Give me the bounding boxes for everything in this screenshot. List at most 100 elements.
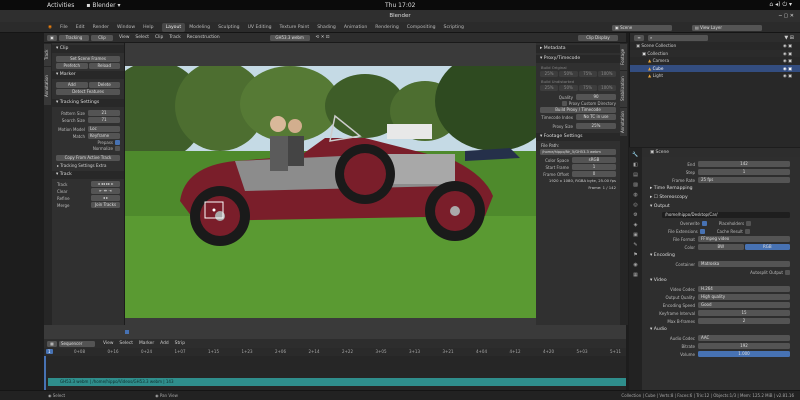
normalize-checkbox[interactable]: [115, 146, 120, 151]
workspace-tab-layout[interactable]: Layout: [161, 23, 186, 32]
tab-footage[interactable]: Footage: [620, 44, 627, 70]
prefetch-button[interactable]: Prefetch: [56, 63, 88, 69]
detect-features-button[interactable]: Detect Features: [56, 89, 120, 95]
proxy-custom-dir-checkbox[interactable]: [561, 101, 567, 106]
menu-file[interactable]: File: [56, 23, 72, 32]
workspace-tab-sculpting[interactable]: Sculpting: [214, 23, 243, 32]
set-scene-frames-button[interactable]: Set Scene Frames: [56, 56, 120, 62]
prepass-checkbox[interactable]: [115, 140, 120, 145]
visibility-icon[interactable]: ◉ ▣: [783, 65, 792, 73]
undist-25-toggle[interactable]: 25%: [540, 85, 559, 91]
editor-type-icon[interactable]: ▣: [47, 34, 57, 41]
clock[interactable]: Thu 17:02: [385, 2, 415, 9]
audio-panel[interactable]: ▾ Audio: [642, 325, 800, 334]
tab-annotation[interactable]: Annotation: [44, 67, 51, 105]
sequencer-playhead[interactable]: [44, 356, 46, 390]
undist-50-toggle[interactable]: 50%: [559, 85, 578, 91]
outliner-item[interactable]: ▲ Cube ◉ ▣: [630, 64, 800, 73]
clip-menu-clip[interactable]: Clip: [155, 35, 163, 40]
outliner-item[interactable]: ▲ Camera ◉ ▣: [630, 57, 800, 65]
window-controls-icon[interactable]: ─ ▢ ✕: [779, 13, 794, 19]
outliner-item[interactable]: ▲ Light ◉ ▣: [630, 72, 800, 80]
viewer-scrub-area[interactable]: [44, 325, 626, 339]
tab-stabilization[interactable]: Stabilization: [620, 71, 627, 107]
outliner-item[interactable]: ▣ Scene Collection ◉ ▣: [630, 42, 800, 50]
video-panel[interactable]: ▾ Video: [642, 276, 800, 285]
tab-annotation-right[interactable]: Annotation: [620, 108, 627, 136]
menu-edit[interactable]: Edit: [72, 23, 89, 32]
tracking-settings-extra-subpanel[interactable]: ▸ Tracking Settings Extra: [52, 163, 124, 168]
workspace-tab-scripting[interactable]: Scripting: [440, 23, 468, 32]
clip-menu-select[interactable]: Select: [135, 35, 149, 40]
clip-playhead[interactable]: [125, 330, 129, 334]
keyframe-interval-field[interactable]: 15: [698, 310, 790, 316]
clip-view-selector[interactable]: Clip: [91, 34, 113, 41]
workspace-tab-shading[interactable]: Shading: [313, 23, 340, 32]
proxy-timecode-header[interactable]: ▾ Proxy/Timecode: [536, 55, 620, 63]
output-path-field[interactable]: /home/hippo/Desktop/Car/: [662, 212, 790, 218]
frame-end-field[interactable]: 142: [698, 161, 790, 167]
proxy-quality-field[interactable]: 90: [576, 94, 616, 100]
volume-slider[interactable]: 1.000: [698, 351, 790, 357]
outliner-search-input[interactable]: ⌕: [648, 34, 708, 41]
clear-buttons[interactable]: ⇤ ⇹ ⇥: [91, 188, 120, 194]
motion-model-dropdown[interactable]: Loc: [88, 126, 120, 132]
panel-clip-header[interactable]: ▾ Clip: [52, 45, 124, 53]
file-extensions-checkbox[interactable]: [699, 228, 705, 234]
outliner-editor-type-icon[interactable]: ≡: [634, 34, 644, 41]
clip-mode-selector[interactable]: Tracking: [59, 34, 89, 41]
workspace-tab-modeling[interactable]: Modeling: [185, 23, 214, 32]
sequencer-timeline[interactable]: GH53.3 webm | /home/hippo/Videos/GH53.3 …: [44, 356, 626, 390]
app-menu[interactable]: ▪ Blender ▾: [86, 2, 120, 9]
clip-frame-image[interactable]: [125, 66, 536, 318]
panel-tracking-settings-header[interactable]: ▾ Tracking Settings: [52, 99, 124, 107]
autosplit-checkbox[interactable]: [785, 269, 790, 275]
menu-render[interactable]: Render: [89, 23, 113, 32]
bitrate-field[interactable]: 192: [698, 343, 790, 349]
panel-track-header[interactable]: ▾ Track: [52, 171, 124, 179]
undist-75-toggle[interactable]: 75%: [578, 85, 597, 91]
placeholders-checkbox[interactable]: [746, 220, 752, 226]
output-panel[interactable]: ▾ Output: [642, 202, 800, 211]
menu-window[interactable]: Window: [113, 23, 139, 32]
workspace-tab-uv-editing[interactable]: UV Editing: [244, 23, 276, 32]
scene-selector[interactable]: ▣ Scene: [612, 24, 672, 31]
max-bframes-field[interactable]: 2: [698, 318, 790, 324]
seq-menu-select[interactable]: Select: [119, 341, 133, 346]
color-space-dropdown[interactable]: sRGB: [572, 157, 616, 163]
workspace-tab-texture-paint[interactable]: Texture Paint: [276, 23, 314, 32]
copy-from-active-track-button[interactable]: Copy From Active Track: [56, 155, 120, 161]
clip-menu-reconstruction[interactable]: Reconstruction: [187, 35, 220, 40]
property-tab-icons[interactable]: 🔧 ◧ ▤ ▨ ◍ ◎ ⚙ ◈ ▣ ✎ ⚑ ◉ ▦: [629, 148, 642, 280]
join-tracks-button[interactable]: Join Tracks: [91, 202, 120, 208]
file-format-dropdown[interactable]: FFmpeg video: [698, 236, 790, 242]
visibility-icon[interactable]: ◉ ▣: [783, 57, 792, 65]
sequencer-mode-dropdown[interactable]: Sequencer: [59, 340, 95, 347]
seq-menu-marker[interactable]: Marker: [139, 341, 154, 346]
pattern-size-field[interactable]: 21: [88, 110, 120, 116]
seq-menu-add[interactable]: Add: [160, 341, 169, 346]
clip-display-dropdown[interactable]: Clip Display: [578, 34, 618, 41]
encoding-panel[interactable]: ▾ Encoding: [642, 251, 800, 260]
color-bw-toggle[interactable]: BW: [698, 244, 744, 250]
blender-logo-icon[interactable]: ◉: [48, 25, 52, 30]
visibility-icon[interactable]: ◉ ▣: [783, 72, 792, 80]
proxy-25-toggle[interactable]: 25%: [540, 71, 559, 77]
reload-button[interactable]: Reload: [88, 63, 120, 69]
audio-codec-dropdown[interactable]: AAC: [698, 335, 790, 341]
frame-step-field[interactable]: 1: [698, 169, 790, 175]
proxy-50-toggle[interactable]: 50%: [559, 71, 578, 77]
cache-result-checkbox[interactable]: [744, 228, 750, 234]
start-frame-field[interactable]: 1: [572, 164, 616, 170]
system-tray-icon[interactable]: ⌂ ◂) ⏻ ▾: [769, 1, 792, 9]
view-layer-selector[interactable]: ▤ View Layer: [692, 24, 762, 31]
workspace-tab-compositing[interactable]: Compositing: [403, 23, 440, 32]
panel-marker-header[interactable]: ▾ Marker: [52, 71, 124, 79]
current-frame-indicator[interactable]: 1: [46, 349, 53, 354]
track-buttons[interactable]: ◂ ◂◂ ▸▸ ▸: [91, 181, 120, 187]
proxy-75-toggle[interactable]: 75%: [578, 71, 597, 77]
stereoscopy-panel[interactable]: ▸ ☐ Stereoscopy: [642, 193, 800, 202]
delete-marker-button[interactable]: Delete: [88, 82, 120, 88]
metadata-header[interactable]: ▸ Metadata: [536, 45, 620, 53]
visibility-icon[interactable]: ◉ ▣: [783, 42, 792, 50]
